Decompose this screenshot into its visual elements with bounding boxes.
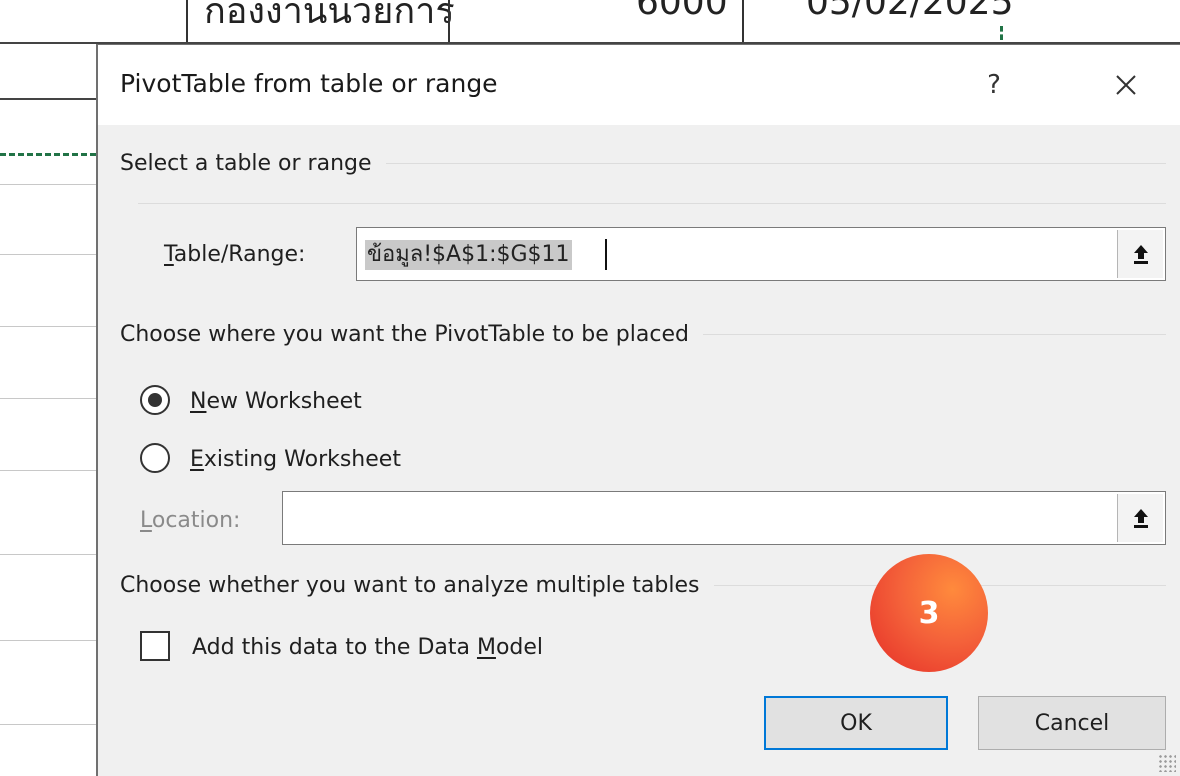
- placement-heading: Choose where you want the PivotTable to …: [120, 322, 703, 347]
- collapse-dialog-icon: [1133, 509, 1148, 528]
- select-range-heading: Select a table or range: [120, 151, 386, 176]
- data-model-label[interactable]: Add this data to the Data Model: [192, 635, 543, 660]
- dialog-titlebar[interactable]: PivotTable from table or range ?: [98, 45, 1180, 125]
- table-range-input[interactable]: ข้อมูล!$A$1:$G$11: [356, 227, 1166, 281]
- step-number-badge: 3: [870, 554, 988, 672]
- cell-border: [448, 0, 450, 44]
- multiple-tables-heading: Choose whether you want to analyze multi…: [120, 573, 714, 598]
- cell-amount[interactable]: 6000: [636, 0, 728, 42]
- resize-grip[interactable]: [1158, 754, 1176, 772]
- row-border: [0, 98, 98, 100]
- row-border: [0, 254, 98, 255]
- data-model-checkbox[interactable]: [140, 631, 170, 661]
- cell-date[interactable]: 05/02/2025: [806, 0, 1014, 42]
- help-button[interactable]: ?: [974, 65, 1014, 105]
- table-range-label: Table/Range:: [164, 242, 306, 267]
- cancel-button[interactable]: Cancel: [978, 696, 1166, 750]
- table-range-value: ข้อมูล!$A$1:$G$11: [365, 240, 572, 270]
- new-worksheet-label[interactable]: New Worksheet: [190, 389, 362, 414]
- cell-border: [186, 0, 188, 44]
- close-icon: [1116, 75, 1136, 95]
- row-border: [0, 724, 98, 725]
- section-divider: [138, 203, 1166, 204]
- row-border: [0, 470, 98, 471]
- row-border: [0, 184, 98, 185]
- radio-selected-dot: [148, 393, 162, 407]
- copy-marquee: [0, 153, 96, 156]
- cell-border: [742, 0, 744, 44]
- location-label: Location:: [140, 508, 241, 533]
- range-collapse-button[interactable]: [1117, 230, 1163, 278]
- collapse-dialog-icon: [1133, 245, 1148, 264]
- dialog-title: PivotTable from table or range: [120, 69, 498, 98]
- row-border: [0, 640, 98, 641]
- cell-thai-text[interactable]: กองงานนวยการ: [204, 0, 455, 42]
- location-input[interactable]: [282, 491, 1166, 545]
- row-border: [0, 326, 98, 327]
- pivottable-dialog: PivotTable from table or range ? Select …: [96, 44, 1180, 776]
- new-worksheet-radio[interactable]: [140, 385, 170, 415]
- selection-marquee: [1000, 26, 1003, 40]
- sheet-top-row: กองงานนวยการ 6000 05/02/2025: [0, 0, 1180, 44]
- row-border: [0, 554, 98, 555]
- close-button[interactable]: [1104, 65, 1148, 105]
- ok-button[interactable]: OK: [764, 696, 948, 750]
- location-collapse-button[interactable]: [1117, 494, 1163, 542]
- existing-worksheet-label[interactable]: Existing Worksheet: [190, 447, 401, 472]
- existing-worksheet-radio[interactable]: [140, 443, 170, 473]
- text-caret: [605, 239, 607, 270]
- row-border: [0, 398, 98, 399]
